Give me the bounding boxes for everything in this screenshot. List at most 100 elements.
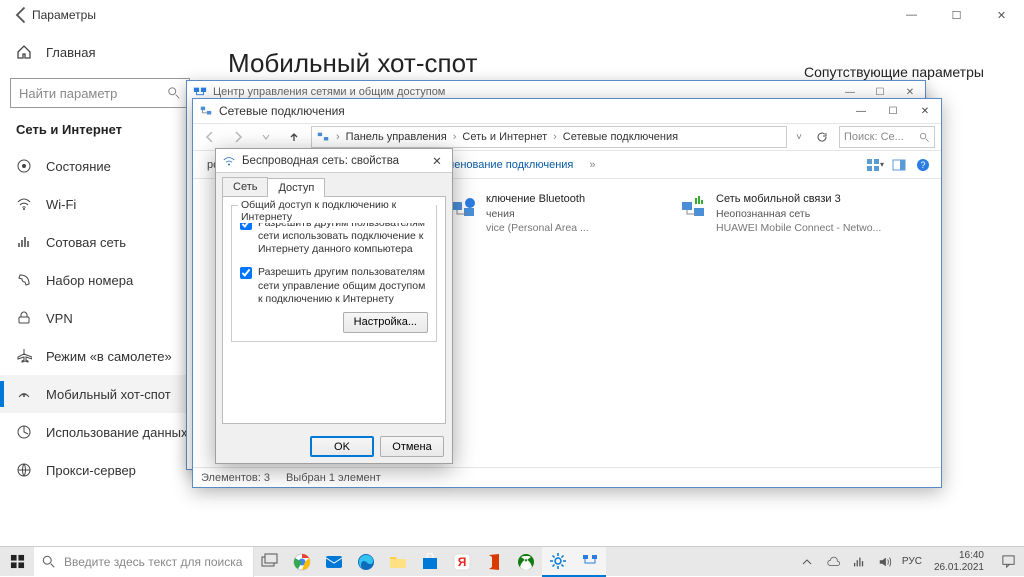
props-titlebar[interactable]: Беспроводная сеть: свойства ✕ bbox=[216, 149, 452, 173]
sidebar-item-proxy[interactable]: Прокси-сервер bbox=[0, 451, 200, 489]
status-selected: Выбран 1 элемент bbox=[286, 472, 381, 484]
sidebar-item-cellular[interactable]: Сотовая сеть bbox=[0, 223, 200, 261]
ok-button[interactable]: OK bbox=[310, 436, 374, 457]
tray-time: 16:40 bbox=[959, 550, 984, 562]
search-input[interactable]: Найти параметр bbox=[10, 78, 190, 108]
status-icon bbox=[16, 158, 32, 174]
settings-title: Параметры bbox=[32, 8, 96, 22]
cancel-button[interactable]: Отмена bbox=[380, 436, 444, 457]
sidebar-item-wifi[interactable]: Wi-Fi bbox=[0, 185, 200, 223]
adapter-item-mobile[interactable]: Сеть мобильной связи 3 Неопознанная сеть… bbox=[671, 187, 901, 459]
nav-back-button[interactable] bbox=[199, 126, 221, 148]
sidebar-item-dialup[interactable]: Набор номера bbox=[0, 261, 200, 299]
tray-volume-icon[interactable] bbox=[876, 547, 894, 577]
tab-sharing[interactable]: Доступ bbox=[267, 178, 325, 197]
sidebar-item-label: Мобильный хот-спот bbox=[46, 387, 171, 402]
tray-language[interactable]: РУС bbox=[902, 556, 922, 567]
taskbar-app-yandex[interactable]: Я bbox=[446, 547, 478, 577]
crumb[interactable]: Панель управления bbox=[342, 131, 451, 143]
taskbar-app-explorer[interactable] bbox=[382, 547, 414, 577]
adapter-device: HUAWEI Mobile Connect - Netwo... bbox=[716, 221, 881, 235]
taskbar-app-mail[interactable] bbox=[318, 547, 350, 577]
taskbar-search-placeholder: Введите здесь текст для поиска bbox=[64, 555, 242, 569]
sidebar-item-hotspot[interactable]: Мобильный хот-спот bbox=[0, 375, 200, 413]
netconn-close[interactable]: ✕ bbox=[909, 100, 941, 122]
props-close-button[interactable]: ✕ bbox=[422, 150, 452, 172]
view-options-button[interactable]: ▾ bbox=[865, 155, 885, 175]
proxy-icon bbox=[16, 462, 32, 478]
props-icon bbox=[222, 154, 236, 168]
netconn-titlebar[interactable]: Сетевые подключения — ☐ ✕ bbox=[193, 99, 941, 123]
search-icon bbox=[42, 555, 56, 569]
nav-history-button[interactable] bbox=[255, 126, 277, 148]
minimize-button[interactable]: — bbox=[889, 0, 934, 30]
wifi-icon bbox=[16, 196, 32, 212]
sidebar-item-label: Состояние bbox=[46, 159, 111, 174]
sidebar-item-label: Wi-Fi bbox=[46, 197, 76, 212]
tray-cloud-icon[interactable] bbox=[824, 547, 842, 577]
svg-text:?: ? bbox=[920, 160, 925, 170]
start-button[interactable] bbox=[0, 547, 34, 577]
sidebar-item-airplane[interactable]: Режим «в самолете» bbox=[0, 337, 200, 375]
netconn-icon bbox=[199, 104, 213, 118]
back-icon[interactable] bbox=[12, 5, 32, 25]
sidebar-item-label: Прокси-сервер bbox=[46, 463, 136, 478]
related-header: Сопутствующие параметры bbox=[804, 64, 1024, 80]
crumb[interactable]: Сеть и Интернет bbox=[458, 131, 551, 143]
search-icon bbox=[167, 86, 181, 100]
nav-up-button[interactable] bbox=[283, 126, 305, 148]
search-placeholder: Найти параметр bbox=[19, 86, 117, 101]
sidebar-item-datausage[interactable]: Использование данных bbox=[0, 413, 200, 451]
toolbar-overflow[interactable]: » bbox=[583, 156, 601, 174]
history-dropdown[interactable]: ˅ bbox=[793, 132, 805, 143]
taskbar-app-store[interactable] bbox=[414, 547, 446, 577]
home-button[interactable]: Главная bbox=[0, 34, 200, 70]
ics-groupbox: Общий доступ к подключению к Интернету Р… bbox=[231, 205, 437, 342]
taskbar-app-xbox[interactable] bbox=[510, 547, 542, 577]
taskbar-app-chrome[interactable] bbox=[286, 547, 318, 577]
sidebar-item-label: Режим «в самолете» bbox=[46, 349, 172, 364]
nav-forward-button[interactable] bbox=[227, 126, 249, 148]
netconn-maximize[interactable]: ☐ bbox=[877, 100, 909, 122]
sidebar-item-label: VPN bbox=[46, 311, 73, 326]
sidebar-item-label: Использование данных bbox=[46, 425, 188, 440]
search-icon bbox=[919, 132, 930, 143]
ics-settings-button[interactable]: Настройка... bbox=[343, 312, 428, 333]
help-button[interactable]: ? bbox=[913, 155, 933, 175]
crumb[interactable]: Сетевые подключения bbox=[559, 131, 682, 143]
category-header: Сеть и Интернет bbox=[0, 122, 200, 147]
adapter-item-bluetooth[interactable]: ключение Bluetooth чения vice (Personal … bbox=[441, 187, 671, 459]
tab-network[interactable]: Сеть bbox=[222, 177, 268, 196]
preview-pane-button[interactable] bbox=[889, 155, 909, 175]
hotspot-icon bbox=[16, 386, 32, 402]
allow-control-checkbox[interactable] bbox=[240, 267, 252, 279]
breadcrumb-icon bbox=[316, 130, 330, 144]
action-center-button[interactable] bbox=[996, 547, 1020, 577]
explorer-search-input[interactable]: Поиск: Се... bbox=[839, 126, 935, 148]
tray-clock[interactable]: 16:40 26.01.2021 bbox=[930, 550, 988, 573]
close-button[interactable]: ✕ bbox=[979, 0, 1024, 30]
tray-overflow-button[interactable] bbox=[798, 547, 816, 577]
breadcrumb[interactable]: › Панель управления › Сеть и Интернет › … bbox=[311, 126, 787, 148]
maximize-button[interactable]: ☐ bbox=[934, 0, 979, 30]
status-count: Элементов: 3 bbox=[201, 472, 270, 484]
groupbox-legend: Общий доступ к подключению к Интернету bbox=[238, 199, 436, 223]
adapter-properties-dialog: Беспроводная сеть: свойства ✕ Сеть Досту… bbox=[215, 148, 453, 464]
taskbar-app-controlpanel[interactable] bbox=[574, 547, 606, 577]
taskbar-app-settings[interactable] bbox=[542, 547, 574, 577]
task-view-button[interactable] bbox=[254, 547, 286, 577]
taskbar: Введите здесь текст для поиска Я РУС 16:… bbox=[0, 546, 1024, 576]
taskbar-app-office[interactable] bbox=[478, 547, 510, 577]
sidebar-item-vpn[interactable]: VPN bbox=[0, 299, 200, 337]
refresh-button[interactable] bbox=[811, 126, 833, 148]
taskbar-app-edge[interactable] bbox=[350, 547, 382, 577]
netconn-title-text: Сетевые подключения bbox=[219, 104, 345, 118]
tray-cellular-icon[interactable] bbox=[850, 547, 868, 577]
sidebar-item-status[interactable]: Состояние bbox=[0, 147, 200, 185]
adapter-status: Неопознанная сеть bbox=[716, 207, 881, 221]
props-panel: Общий доступ к подключению к Интернету Р… bbox=[222, 196, 446, 424]
netconn-minimize[interactable]: — bbox=[845, 100, 877, 122]
taskbar-search-input[interactable]: Введите здесь текст для поиска bbox=[34, 547, 254, 577]
data-icon bbox=[16, 424, 32, 440]
home-icon bbox=[16, 44, 32, 60]
